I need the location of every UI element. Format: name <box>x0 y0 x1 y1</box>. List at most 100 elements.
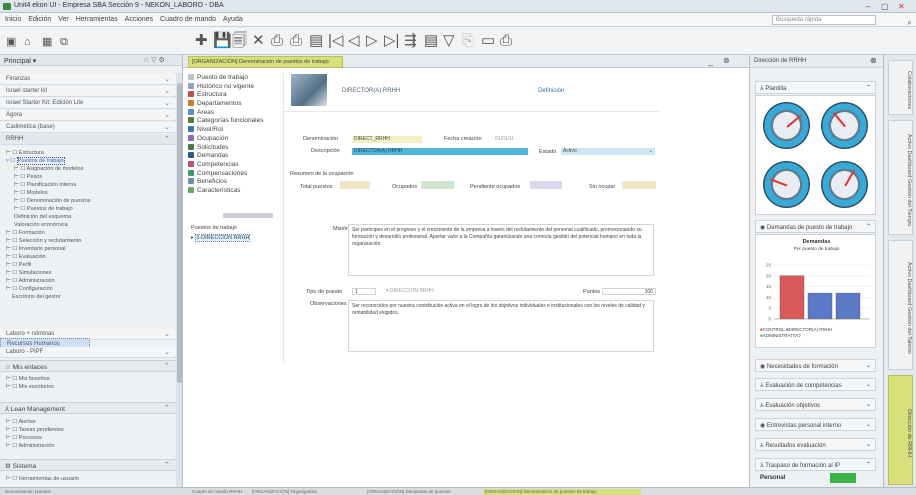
tree-item[interactable]: ⊢ ☐ Simulaciones <box>6 270 52 276</box>
tree-item[interactable]: ⊢ ☐ Asignación de modelos <box>14 166 83 172</box>
tree-item-selected[interactable]: ▿ ☐ Puestos de trabajo <box>6 157 65 165</box>
print-preview-icon[interactable]: ⎙ <box>290 32 302 49</box>
delete-icon[interactable]: ✕ <box>252 32 265 49</box>
tree-item[interactable]: ⊢ ☐ Tareas pendientes <box>6 427 64 433</box>
task-denominacion[interactable]: Denominación puestos <box>3 489 113 495</box>
copy-icon[interactable]: 🗐 <box>232 32 247 49</box>
task-denominacion-trabajo[interactable]: [ORGANIZACIÓN] Denominación de puestos d… <box>483 489 641 495</box>
table-icon[interactable]: ▤ <box>424 32 438 49</box>
save-icon[interactable]: 💾 <box>213 32 232 49</box>
tipo-field[interactable]: 1 <box>352 288 376 295</box>
estado-select[interactable]: Activo ⌄ <box>561 148 655 155</box>
tab-denominacion-puestos[interactable]: [ORGANIZACIÓN] Denominación de puestos d… <box>188 56 343 68</box>
form-icon[interactable]: ▭ <box>481 32 495 49</box>
prev-record-icon[interactable]: ◁ <box>348 32 360 49</box>
descripcion-field[interactable]: DIRECTOR(A) RRHH <box>352 148 528 155</box>
maximize-button[interactable]: ▢ <box>881 2 889 11</box>
tree-item[interactable]: ⊢ ☐ Alertas <box>6 419 36 425</box>
panel-icon[interactable]: ▣ <box>6 34 16 51</box>
nav-item[interactable]: Estructura <box>188 91 276 100</box>
nav-item[interactable]: Áreas <box>188 108 276 118</box>
tree-item[interactable]: ⊢ ☐ Formación <box>6 230 45 236</box>
plantilla-header[interactable]: ⅄ Plantilla ⌃ <box>755 81 876 94</box>
nav-item[interactable]: Categorías funcionales <box>188 117 276 126</box>
tree-item[interactable]: ⊢ ☐ Configuración <box>6 286 53 292</box>
tree-item[interactable]: ⊢ ☐ Puestos de trabajo <box>14 206 73 212</box>
module-israel-lite[interactable]: Israel Starter Kit: Edición Lite ⌄ <box>0 98 176 109</box>
dash-row-formacion[interactable]: ◉ Necesidades de formación ⌄ <box>755 359 876 372</box>
nav-item[interactable]: Competencias <box>188 160 276 170</box>
puntos-field[interactable]: 100 <box>602 288 656 295</box>
denominacion-field[interactable]: DIRECT_RRHH <box>352 136 422 143</box>
nav-item[interactable]: Puesto de trabajo <box>188 74 276 83</box>
demandas-header[interactable]: ◉ Demandas de puesto de trabajo ⌃ <box>755 220 876 233</box>
tree-item[interactable]: ⊢ ☐ Selección y reclutamiento <box>6 238 81 244</box>
list-icon[interactable]: ▤ <box>309 32 323 49</box>
menu-ver[interactable]: Ver <box>58 16 69 23</box>
menu-herramientas[interactable]: Herramientas <box>76 16 118 23</box>
print-icon[interactable]: ⎙ <box>271 32 283 49</box>
minimize-tab-button[interactable]: _ <box>708 56 713 66</box>
dash-row-entrevistas[interactable]: ◉ Entrevistas personal interno ⌄ <box>755 418 876 431</box>
nav-item[interactable]: Ocupación <box>188 134 276 144</box>
module-agora[interactable]: Ágora ⌄ <box>0 110 176 121</box>
close-button[interactable]: ✕ <box>898 2 905 11</box>
task-demandas[interactable]: [ORGANIZACIÓN] Demandas de puestos <box>365 489 480 495</box>
nav-item[interactable]: Solicitudes <box>188 143 276 153</box>
nav-item[interactable]: Departamentos <box>188 100 276 109</box>
tree-item[interactable]: ⊢ ☐ Mis escritorios <box>6 384 54 390</box>
fecha-field[interactable]: 01/01/11 <box>493 136 523 143</box>
module-cadimetica[interactable]: Cadimetica (base) ⌄ <box>0 122 176 133</box>
new-icon[interactable]: ✚ <box>195 32 208 49</box>
module-rrhh[interactable]: RRHH ⌃ <box>0 134 176 145</box>
export-icon[interactable]: ⇶ <box>404 32 417 49</box>
bar-director-a-rrhh[interactable] <box>807 292 833 320</box>
tree-item[interactable]: Escritorio del gestor <box>12 294 61 300</box>
tree-item[interactable]: Definición del esquema <box>14 214 71 220</box>
vtab-direccion-rrhh[interactable]: Dirección de RRHH <box>888 375 913 485</box>
quick-search-input[interactable]: Búsqueda rápida <box>772 15 876 25</box>
close-icon[interactable]: ⊗ <box>870 56 877 65</box>
close-tab-icon[interactable]: ⊗ <box>723 56 730 65</box>
tree-item[interactable]: ⊢ ☐ Planificación Interna <box>14 182 76 188</box>
dash-row-resultados[interactable]: ⅄ Resultados evaluación ⌄ <box>755 438 876 451</box>
tree-item[interactable]: ⊢ ☐ Administración <box>6 278 55 284</box>
minimize-button[interactable]: – <box>866 2 870 11</box>
nav-item[interactable]: Compensaciones <box>188 169 276 179</box>
menu-acciones[interactable]: Acciones <box>125 16 153 23</box>
tree-item[interactable]: ⊢ ☐ Inventario personal <box>6 246 66 252</box>
section-lean-management[interactable]: ⅄ Lean Management ⌃ <box>0 402 176 414</box>
tree-item[interactable]: ⊢ ☐ Estructura <box>6 150 44 156</box>
observaciones-textarea[interactable]: Ser reconocidos por nuestra contribución… <box>348 300 654 352</box>
module-laboro-pipf[interactable]: Laboro - PIPF ⌄ <box>0 347 176 358</box>
last-record-icon[interactable]: ▷| <box>384 32 399 49</box>
tree-item[interactable]: ⊢ ☐ Administración <box>6 443 55 449</box>
tree-item[interactable]: ⊢ ☐ Evaluación <box>6 254 46 260</box>
tree-item[interactable]: ⊢ ☐ Denominación de puestos <box>14 198 90 204</box>
section-mis-enlaces[interactable]: ☆ Mis enlaces ⌃ <box>0 360 176 372</box>
next-record-icon[interactable]: ▷ <box>366 32 378 49</box>
window-icon[interactable]: ⧉ <box>60 34 68 51</box>
menu-ayuda[interactable]: Ayuda <box>223 16 243 23</box>
menu-cuadro-mando[interactable]: Cuadro de mando <box>160 16 216 23</box>
nav-item[interactable]: Demandas <box>188 152 276 161</box>
star-icon[interactable]: ☆ ▽ ⚙ <box>143 56 165 64</box>
tree-item[interactable]: ⊢ ☐ Perfil <box>6 262 31 268</box>
home-icon[interactable]: ⌂ <box>24 34 31 51</box>
filter-icon[interactable]: ▽ <box>443 32 455 49</box>
sidebar-scrollbar[interactable] <box>176 73 182 487</box>
grid-icon[interactable]: ▦ <box>42 34 52 51</box>
module-finanzas[interactable]: Finanzas ⌄ <box>0 74 176 85</box>
definicion-link[interactable]: Definición <box>538 88 564 94</box>
tree-item[interactable]: ⊢ ☐ Procesos <box>6 435 42 441</box>
dash-row-traspaso[interactable]: ⅄ Traspaso de formación al IP ⌃ <box>755 458 876 471</box>
vtab-gestion-tiempo[interactable]: Activo Dashboard Gestión del Tiempo <box>888 120 913 235</box>
bar-control[interactable] <box>779 275 805 320</box>
tree-item[interactable]: ⊢ ☐ Modelos <box>14 190 48 196</box>
menu-edicion[interactable]: Edición <box>28 16 51 23</box>
tree-item[interactable]: ⊢ ☐ Pesos <box>14 174 42 180</box>
first-record-icon[interactable]: |◁ <box>328 32 343 49</box>
mision-textarea[interactable]: Ser partícipes en el progreso y el creci… <box>348 224 654 276</box>
module-israel[interactable]: Israel starter kit ⌄ <box>0 86 176 97</box>
section-sistema[interactable]: ⚙ Sistema ⌃ <box>0 459 176 471</box>
